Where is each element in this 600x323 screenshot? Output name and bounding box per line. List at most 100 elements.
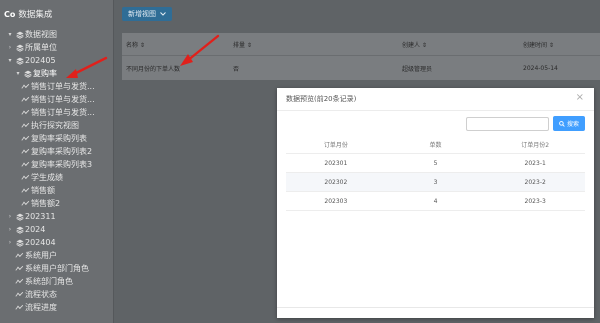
search-button[interactable]: 搜索 — [553, 116, 585, 131]
sidebar-item-label: 2024 — [25, 225, 46, 234]
sidebar-item-label: 执行探究视图 — [31, 121, 79, 130]
sidebar-item-label: 销售订单与发货... — [31, 95, 95, 104]
table-cell: 5 — [433, 159, 438, 167]
view-icon — [20, 148, 31, 155]
sidebar-item-label: 流程状态 — [25, 290, 57, 299]
layers-icon — [14, 44, 25, 52]
view-icon — [20, 83, 31, 90]
sidebar-item-label: 复购率采购列表 — [31, 134, 87, 143]
views-table: 名称 ⇕ 排量 ⇕ 创建人 ⇕ 创建时间 ⇕ 不同月份的下单人数 否 超级管理员… — [122, 33, 600, 80]
caret-down-icon[interactable]: ▾ — [6, 28, 14, 41]
sidebar-item-label: 数据视图 — [25, 30, 57, 39]
column-header[interactable]: 创建人 ⇕ — [398, 40, 519, 49]
sidebar-item[interactable]: 系统部门角色 — [0, 275, 113, 288]
sidebar-item[interactable]: 系统用户 — [0, 249, 113, 262]
search-input[interactable] — [466, 117, 549, 131]
sidebar-item-label: 复购率 — [33, 69, 57, 78]
search-button-label: 搜索 — [567, 122, 580, 128]
sidebar-item-label: 202311 — [25, 212, 56, 221]
sidebar-item[interactable]: 复购率采购列表2 — [0, 145, 113, 158]
sidebar-item-label: 202405 — [25, 56, 56, 65]
sidebar-item[interactable]: 执行探究视图 — [0, 119, 113, 132]
sidebar-item-label: 复购率采购列表2 — [31, 147, 93, 156]
sidebar: Co 数据集成 ▾ 数据视图 › 所属单位 ▾ 202405 ▾ 复购率 销售订单与发货... 销… — [0, 0, 114, 323]
sidebar-item[interactable]: › 2024 — [0, 223, 113, 236]
sidebar-item-label: 销售订单与发货... — [31, 108, 95, 117]
table-cell: 2024-05-14 — [523, 64, 558, 72]
sidebar-item[interactable]: 销售订单与发货... — [0, 80, 113, 93]
sidebar-item[interactable]: 销售订单与发货... — [0, 93, 113, 106]
sidebar-item-label: 202404 — [25, 238, 56, 247]
dialog-footer-divider — [277, 307, 594, 308]
sidebar-item[interactable]: ▾ 202405 — [0, 54, 113, 67]
caret-down-icon[interactable]: ▾ — [14, 67, 22, 80]
dialog-title: 数据预览(前20条记录) — [286, 95, 357, 103]
view-icon — [20, 122, 31, 129]
new-view-button[interactable]: 新增视图 — [122, 7, 172, 21]
view-icon — [20, 187, 31, 194]
table-row: 202303 4 2023-3 — [286, 192, 585, 211]
search-icon — [559, 120, 565, 127]
toolbar: 新增视图 — [114, 0, 600, 30]
table-cell: 2023-3 — [524, 197, 546, 205]
sidebar-item[interactable]: 流程状态 — [0, 288, 113, 301]
column-header: 订单月份 — [323, 142, 348, 149]
column-header[interactable]: 名称 ⇕ — [122, 40, 229, 49]
sidebar-tree: ▾ 数据视图 › 所属单位 ▾ 202405 ▾ 复购率 销售订单与发货... 销售订单与发货..… — [0, 28, 113, 314]
view-icon — [20, 174, 31, 181]
view-icon — [14, 265, 25, 272]
sidebar-item-label: 销售订单与发货... — [31, 82, 95, 91]
view-icon — [20, 109, 31, 116]
table-cell: 2023-2 — [524, 178, 546, 186]
table-cell: 2023-1 — [524, 159, 546, 167]
layers-icon — [14, 239, 25, 247]
column-header[interactable]: 创建时间 ⇕ — [519, 40, 600, 49]
table-cell: 不同月份的下单人数 — [126, 65, 181, 73]
new-view-label: 新增视图 — [128, 11, 156, 18]
sidebar-item-label: 销售额 — [31, 186, 55, 195]
column-header: 单数 — [429, 142, 442, 149]
table-row[interactable]: 不同月份的下单人数 否 超级管理员 2024-05-14 — [122, 56, 600, 80]
layers-icon — [14, 57, 25, 65]
close-icon[interactable]: × — [576, 93, 584, 103]
sidebar-item[interactable]: ▾ 数据视图 — [0, 28, 113, 41]
column-header: 订单月份2 — [521, 142, 550, 149]
view-icon — [20, 161, 31, 168]
sidebar-item[interactable]: 学生成绩 — [0, 171, 113, 184]
sidebar-item[interactable]: 销售额2 — [0, 197, 113, 210]
dialog-header: 数据预览(前20条记录) × — [277, 88, 594, 111]
sidebar-item-label: 系统用户部门角色 — [25, 264, 89, 273]
caret-right-icon[interactable]: › — [6, 223, 14, 236]
sidebar-item[interactable]: 销售订单与发货... — [0, 106, 113, 119]
caret-right-icon[interactable]: › — [6, 236, 14, 249]
caret-right-icon[interactable]: › — [6, 41, 14, 54]
sidebar-item-label: 流程进度 — [25, 303, 57, 312]
view-icon — [14, 278, 25, 285]
search-row: 搜索 — [286, 116, 585, 132]
sidebar-item[interactable]: 复购率采购列表 — [0, 132, 113, 145]
preview-table-header: 订单月份 单数 订单月份2 — [286, 136, 585, 154]
sidebar-item[interactable]: 流程进度 — [0, 301, 113, 314]
table-row: 202301 5 2023-1 — [286, 154, 585, 173]
table-cell: 超级管理员 — [402, 65, 433, 73]
data-preview-dialog: 数据预览(前20条记录) × 搜索 订单月份 单数 订单月份2 202301 5… — [277, 88, 594, 318]
table-header: 名称 ⇕ 排量 ⇕ 创建人 ⇕ 创建时间 ⇕ — [122, 33, 600, 56]
view-icon — [14, 252, 25, 259]
sidebar-item[interactable]: › 202311 — [0, 210, 113, 223]
sidebar-item[interactable]: 复购率采购列表3 — [0, 158, 113, 171]
sidebar-item-label: 所属单位 — [25, 43, 57, 52]
sidebar-item[interactable]: 销售额 — [0, 184, 113, 197]
caret-down-icon[interactable]: ▾ — [6, 54, 14, 67]
sidebar-item[interactable]: 系统用户部门角色 — [0, 262, 113, 275]
sidebar-item[interactable]: ▾ 复购率 — [0, 67, 113, 80]
layers-icon — [14, 31, 25, 39]
sidebar-item-label: 系统部门角色 — [25, 277, 73, 286]
app-title: 数据集成 — [18, 10, 53, 20]
table-cell: 202303 — [324, 197, 348, 205]
sidebar-item[interactable]: › 202404 — [0, 236, 113, 249]
sidebar-item-label: 系统用户 — [25, 251, 57, 260]
sidebar-item[interactable]: › 所属单位 — [0, 41, 113, 54]
column-header[interactable]: 排量 ⇕ — [229, 40, 398, 49]
caret-right-icon[interactable]: › — [6, 210, 14, 223]
table-cell: 202302 — [324, 178, 348, 186]
